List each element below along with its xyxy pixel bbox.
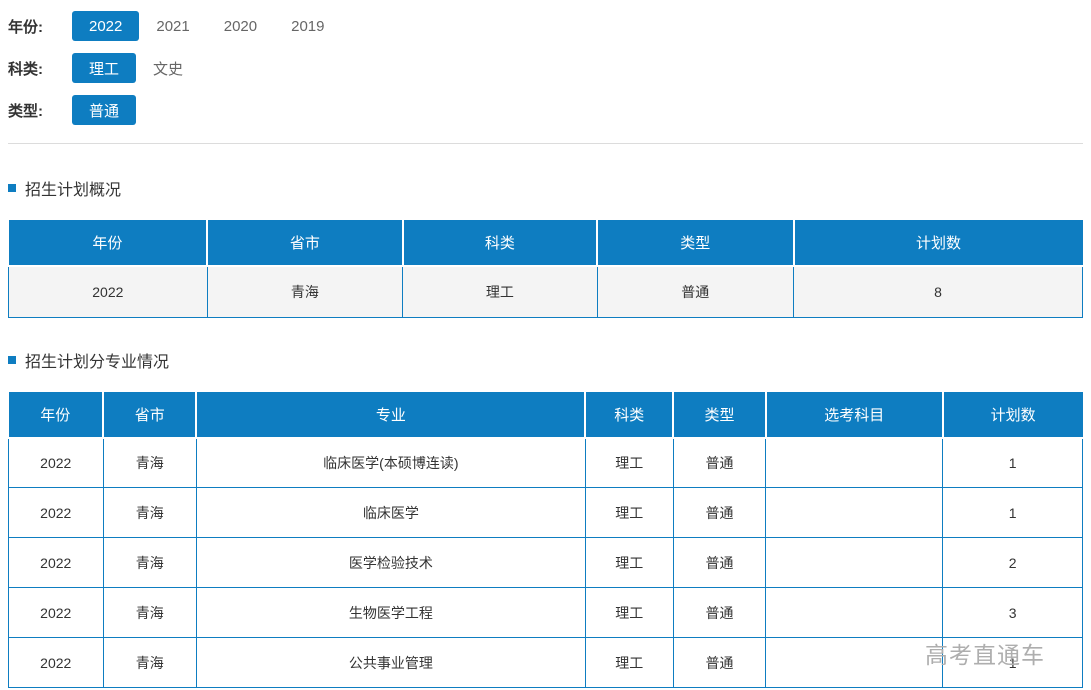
table-row: 2022 青海 理工 普通 8 bbox=[8, 265, 1083, 318]
table-cell: 理工 bbox=[584, 437, 674, 488]
table-cell: 8 bbox=[793, 265, 1083, 318]
section-title-text: 招生计划分专业情况 bbox=[25, 353, 170, 371]
table-cell bbox=[765, 537, 944, 588]
filter-row-type: 类型: 普通 bbox=[8, 95, 1083, 125]
table-cell: 青海 bbox=[102, 637, 197, 688]
filter-option-subject-理工[interactable]: 理工 bbox=[72, 53, 137, 83]
column-header: 年份 bbox=[8, 220, 209, 267]
table-cell: 2022 bbox=[8, 265, 208, 318]
table-cell: 普通 bbox=[672, 587, 767, 638]
table-cell: 3 bbox=[942, 587, 1083, 638]
section-title: 招生计划概况 bbox=[8, 176, 1083, 200]
divider bbox=[8, 143, 1083, 144]
table-cell: 2022 bbox=[8, 487, 104, 538]
filter-label-year: 年份: bbox=[8, 18, 43, 36]
table-cell: 医学检验技术 bbox=[195, 537, 586, 588]
overview-table: 年份 省市 科类 类型 计划数 2022 青海 理工 普通 8 bbox=[8, 220, 1083, 318]
table-cell: 青海 bbox=[102, 537, 197, 588]
table-cell: 普通 bbox=[596, 265, 795, 318]
table-cell: 2022 bbox=[8, 437, 104, 488]
admission-plan-page: 年份: 2022 2021 2020 2019 科类: 理工 文史 类型: 普通 招生计划概况 年份… bbox=[0, 0, 1091, 688]
table-cell: 理工 bbox=[584, 487, 674, 538]
section-title-text: 招生计划概况 bbox=[25, 182, 122, 199]
filter-option-year-2022[interactable]: 2022 bbox=[72, 11, 140, 41]
table-cell: 理工 bbox=[584, 537, 674, 588]
filter-row-year: 年份: 2022 2021 2020 2019 bbox=[8, 11, 1083, 41]
table-cell: 临床医学 bbox=[195, 487, 586, 538]
table-cell: 2022 bbox=[8, 587, 104, 638]
table-cell: 青海 bbox=[206, 265, 404, 318]
column-header: 类型 bbox=[597, 220, 795, 267]
section-title: 招生计划分专业情况 bbox=[8, 348, 1083, 372]
table-header-row: 年份 省市 专业 科类 类型 选考科目 计划数 bbox=[8, 391, 1083, 439]
table-cell: 青海 bbox=[102, 487, 197, 538]
table-cell: 普通 bbox=[672, 537, 767, 588]
table-cell bbox=[765, 437, 944, 488]
table-cell: 2 bbox=[942, 537, 1083, 588]
table-cell bbox=[765, 487, 944, 538]
majors-table: 年份 省市 专业 科类 类型 选考科目 计划数 2022 青海 临床医学(本硕博连读) 理工 普通 1 2… bbox=[8, 391, 1083, 688]
filter-option-year-2019[interactable]: 2019 bbox=[274, 11, 341, 41]
filter-option-year-2021[interactable]: 2021 bbox=[139, 11, 206, 41]
column-header: 专业 bbox=[196, 391, 587, 439]
table-row: 2022 青海 公共事业管理 理工 普通 1 bbox=[8, 637, 1083, 688]
filter-option-subject-文史[interactable]: 文史 bbox=[136, 53, 200, 83]
column-header: 计划数 bbox=[793, 220, 1083, 267]
column-header: 计划数 bbox=[942, 391, 1083, 439]
column-header: 科类 bbox=[402, 220, 599, 267]
table-cell: 2022 bbox=[8, 637, 104, 688]
table-cell: 2022 bbox=[8, 537, 104, 588]
column-header: 类型 bbox=[673, 391, 767, 439]
table-cell: 理工 bbox=[584, 637, 674, 688]
column-header: 年份 bbox=[8, 391, 104, 439]
table-cell: 理工 bbox=[402, 265, 598, 318]
filter-label-type: 类型: bbox=[8, 102, 43, 120]
column-header: 省市 bbox=[207, 220, 404, 267]
filter-option-type-普通[interactable]: 普通 bbox=[72, 95, 137, 125]
filter-label-subject: 科类: bbox=[8, 60, 43, 78]
table-cell bbox=[765, 637, 944, 688]
column-header: 省市 bbox=[103, 391, 198, 439]
column-header: 科类 bbox=[585, 391, 675, 439]
table-cell: 1 bbox=[942, 437, 1083, 488]
table-header-row: 年份 省市 科类 类型 计划数 bbox=[8, 220, 1083, 267]
table-cell: 普通 bbox=[672, 637, 767, 688]
table-cell: 1 bbox=[942, 637, 1083, 688]
table-cell bbox=[765, 587, 944, 638]
table-cell: 理工 bbox=[584, 587, 674, 638]
column-header: 选考科目 bbox=[765, 391, 944, 439]
table-cell: 1 bbox=[942, 487, 1083, 538]
table-cell: 普通 bbox=[672, 437, 767, 488]
table-cell: 青海 bbox=[102, 437, 197, 488]
table-cell: 青海 bbox=[102, 587, 197, 638]
table-row: 2022 青海 临床医学 理工 普通 1 bbox=[8, 487, 1083, 538]
table-row: 2022 青海 临床医学(本硕博连读) 理工 普通 1 bbox=[8, 437, 1083, 488]
filter-option-year-2020[interactable]: 2020 bbox=[207, 11, 274, 41]
filter-row-subject: 科类: 理工 文史 bbox=[8, 53, 1083, 83]
sections-container: 招生计划概况 年份 省市 科类 类型 计划数 2022 青海 理工 普通 8 招生计划分专业情况 年份省… bbox=[8, 176, 1083, 688]
square-bullet-icon bbox=[8, 355, 16, 364]
table-row: 2022 青海 医学检验技术 理工 普通 2 bbox=[8, 537, 1083, 588]
table-cell: 生物医学工程 bbox=[195, 587, 586, 638]
filter-panel: 年份: 2022 2021 2020 2019 科类: 理工 文史类型: 普通 bbox=[8, 11, 1083, 125]
table-cell: 普通 bbox=[672, 487, 767, 538]
table-cell: 临床医学(本硕博连读) bbox=[195, 437, 586, 488]
table-cell: 公共事业管理 bbox=[195, 637, 586, 688]
table-row: 2022 青海 生物医学工程 理工 普通 3 bbox=[8, 587, 1083, 638]
square-bullet-icon bbox=[8, 184, 16, 192]
